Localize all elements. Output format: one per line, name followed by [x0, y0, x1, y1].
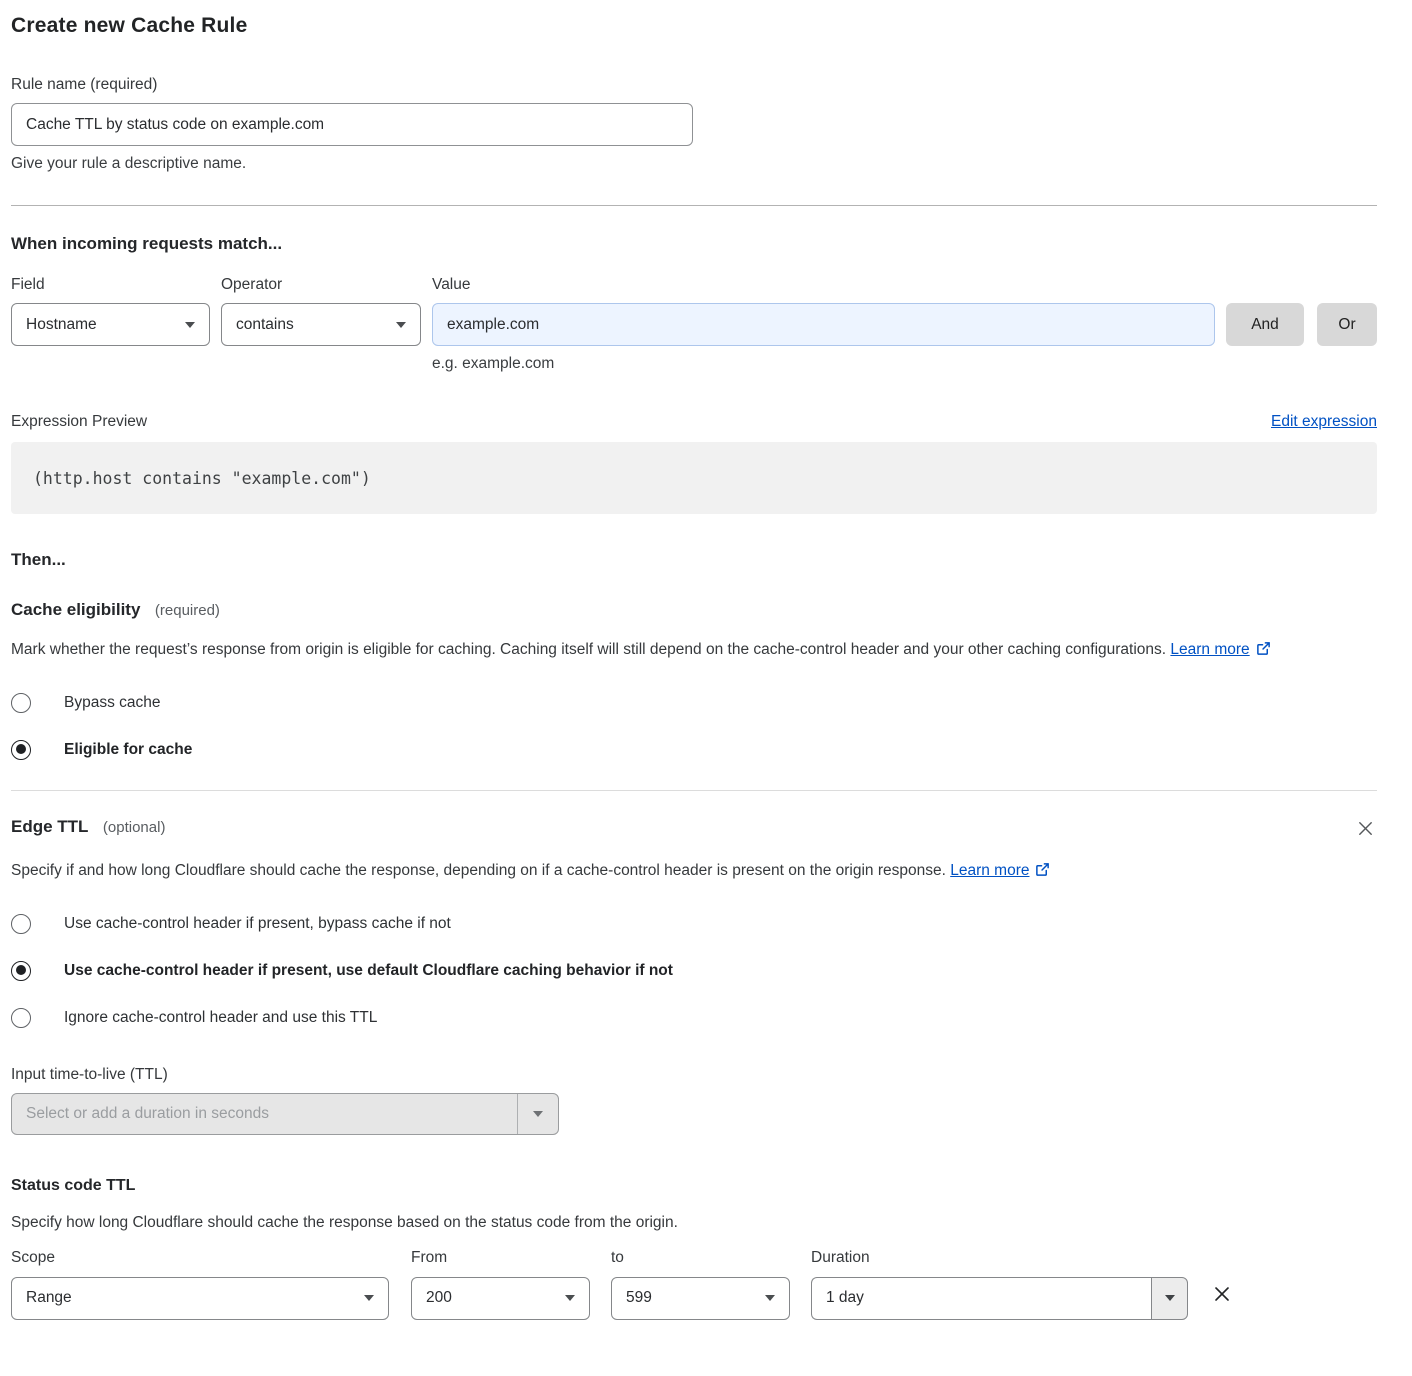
required-tag: (required)	[155, 602, 220, 619]
rule-name-help: Give your rule a descriptive name.	[11, 155, 1377, 173]
and-button[interactable]: And	[1226, 303, 1304, 346]
radio-eligible-for-cache[interactable]: Eligible for cache	[11, 740, 1377, 760]
field-select[interactable]: Hostname	[11, 303, 210, 346]
ttl-duration-placeholder: Select or add a duration in seconds	[12, 1094, 517, 1134]
external-link-icon	[1035, 859, 1050, 887]
radio-icon[interactable]	[11, 1008, 31, 1028]
value-input[interactable]	[432, 303, 1215, 346]
status-code-ttl-description: Specify how long Cloudflare should cache…	[11, 1209, 1356, 1237]
match-condition-row: Field Hostname Operator contains Value e…	[11, 276, 1377, 373]
cache-eligibility-heading: Cache eligibility	[11, 600, 140, 619]
cache-eligibility-description: Mark whether the request’s response from…	[11, 636, 1356, 666]
ttl-input-label: Input time-to-live (TTL)	[11, 1066, 1377, 1084]
or-button[interactable]: Or	[1317, 303, 1377, 346]
field-label: Field	[11, 276, 210, 294]
scope-label: Scope	[11, 1249, 389, 1267]
radio-icon[interactable]	[11, 914, 31, 934]
status-code-ttl-row: Scope Range From 200 to 599 Duration	[11, 1249, 1377, 1320]
radio-use-header-default[interactable]: Use cache-control header if present, use…	[11, 961, 1377, 981]
operator-select[interactable]: contains	[221, 303, 421, 346]
expression-code-text: (http.host contains "example.com")	[33, 469, 371, 488]
chevron-down-icon	[185, 322, 195, 328]
radio-bypass-cache[interactable]: Bypass cache	[11, 693, 1377, 713]
operator-select-value: contains	[236, 316, 294, 334]
radio-label: Use cache-control header if present, use…	[64, 962, 673, 980]
to-label: to	[611, 1249, 790, 1267]
edge-ttl-description-text: Specify if and how long Cloudflare shoul…	[11, 862, 946, 879]
chevron-down-icon	[765, 1295, 775, 1301]
expression-preview-label: Expression Preview	[11, 413, 147, 431]
cache-eligibility-learn-more-link[interactable]: Learn more	[1170, 641, 1249, 658]
delete-row-icon[interactable]	[1212, 1284, 1232, 1309]
value-label: Value	[432, 276, 1215, 294]
page-title: Create new Cache Rule	[11, 14, 1377, 38]
cache-eligibility-description-text: Mark whether the request’s response from…	[11, 641, 1166, 658]
radio-ignore-header[interactable]: Ignore cache-control header and use this…	[11, 1008, 1377, 1028]
then-heading: Then...	[11, 550, 1377, 570]
scope-select[interactable]: Range	[11, 1277, 389, 1320]
duration-combo	[811, 1277, 1188, 1320]
edge-ttl-heading: Edge TTL	[11, 817, 88, 836]
rule-name-label: Rule name (required)	[11, 76, 1377, 94]
scope-select-value: Range	[26, 1289, 72, 1307]
value-hint: e.g. example.com	[432, 355, 1215, 373]
rule-name-input[interactable]	[11, 103, 693, 146]
operator-label: Operator	[221, 276, 421, 294]
edge-ttl-description: Specify if and how long Cloudflare shoul…	[11, 857, 1356, 887]
duration-dropdown-button[interactable]	[1151, 1277, 1188, 1320]
expression-preview-code: (http.host contains "example.com")	[11, 442, 1377, 514]
external-link-icon	[1256, 638, 1271, 666]
radio-label: Use cache-control header if present, byp…	[64, 915, 451, 933]
radio-label: Ignore cache-control header and use this…	[64, 1009, 377, 1027]
radio-checked-icon[interactable]	[11, 740, 31, 760]
close-icon[interactable]	[1354, 817, 1377, 845]
radio-label: Eligible for cache	[64, 741, 192, 759]
ttl-duration-select[interactable]: Select or add a duration in seconds	[11, 1093, 559, 1135]
radio-icon[interactable]	[11, 693, 31, 713]
status-code-ttl-heading: Status code TTL	[11, 1177, 1377, 1195]
chevron-down-icon	[565, 1295, 575, 1301]
field-select-value: Hostname	[26, 316, 97, 334]
chevron-down-icon[interactable]	[517, 1094, 558, 1134]
chevron-down-icon	[364, 1295, 374, 1301]
to-select[interactable]: 599	[611, 1277, 790, 1320]
section-divider	[11, 205, 1377, 206]
duration-input[interactable]	[811, 1277, 1151, 1320]
radio-use-header-bypass[interactable]: Use cache-control header if present, byp…	[11, 914, 1377, 934]
optional-tag: (optional)	[103, 819, 166, 836]
edit-expression-link[interactable]: Edit expression	[1271, 413, 1377, 431]
from-select[interactable]: 200	[411, 1277, 590, 1320]
from-select-value: 200	[426, 1289, 452, 1307]
radio-checked-icon[interactable]	[11, 961, 31, 981]
from-label: From	[411, 1249, 590, 1267]
chevron-down-icon	[396, 322, 406, 328]
match-heading: When incoming requests match...	[11, 234, 1377, 254]
section-divider	[11, 790, 1377, 791]
to-select-value: 599	[626, 1289, 652, 1307]
edge-ttl-learn-more-link[interactable]: Learn more	[950, 862, 1029, 879]
duration-label: Duration	[811, 1249, 1188, 1267]
radio-label: Bypass cache	[64, 694, 161, 712]
